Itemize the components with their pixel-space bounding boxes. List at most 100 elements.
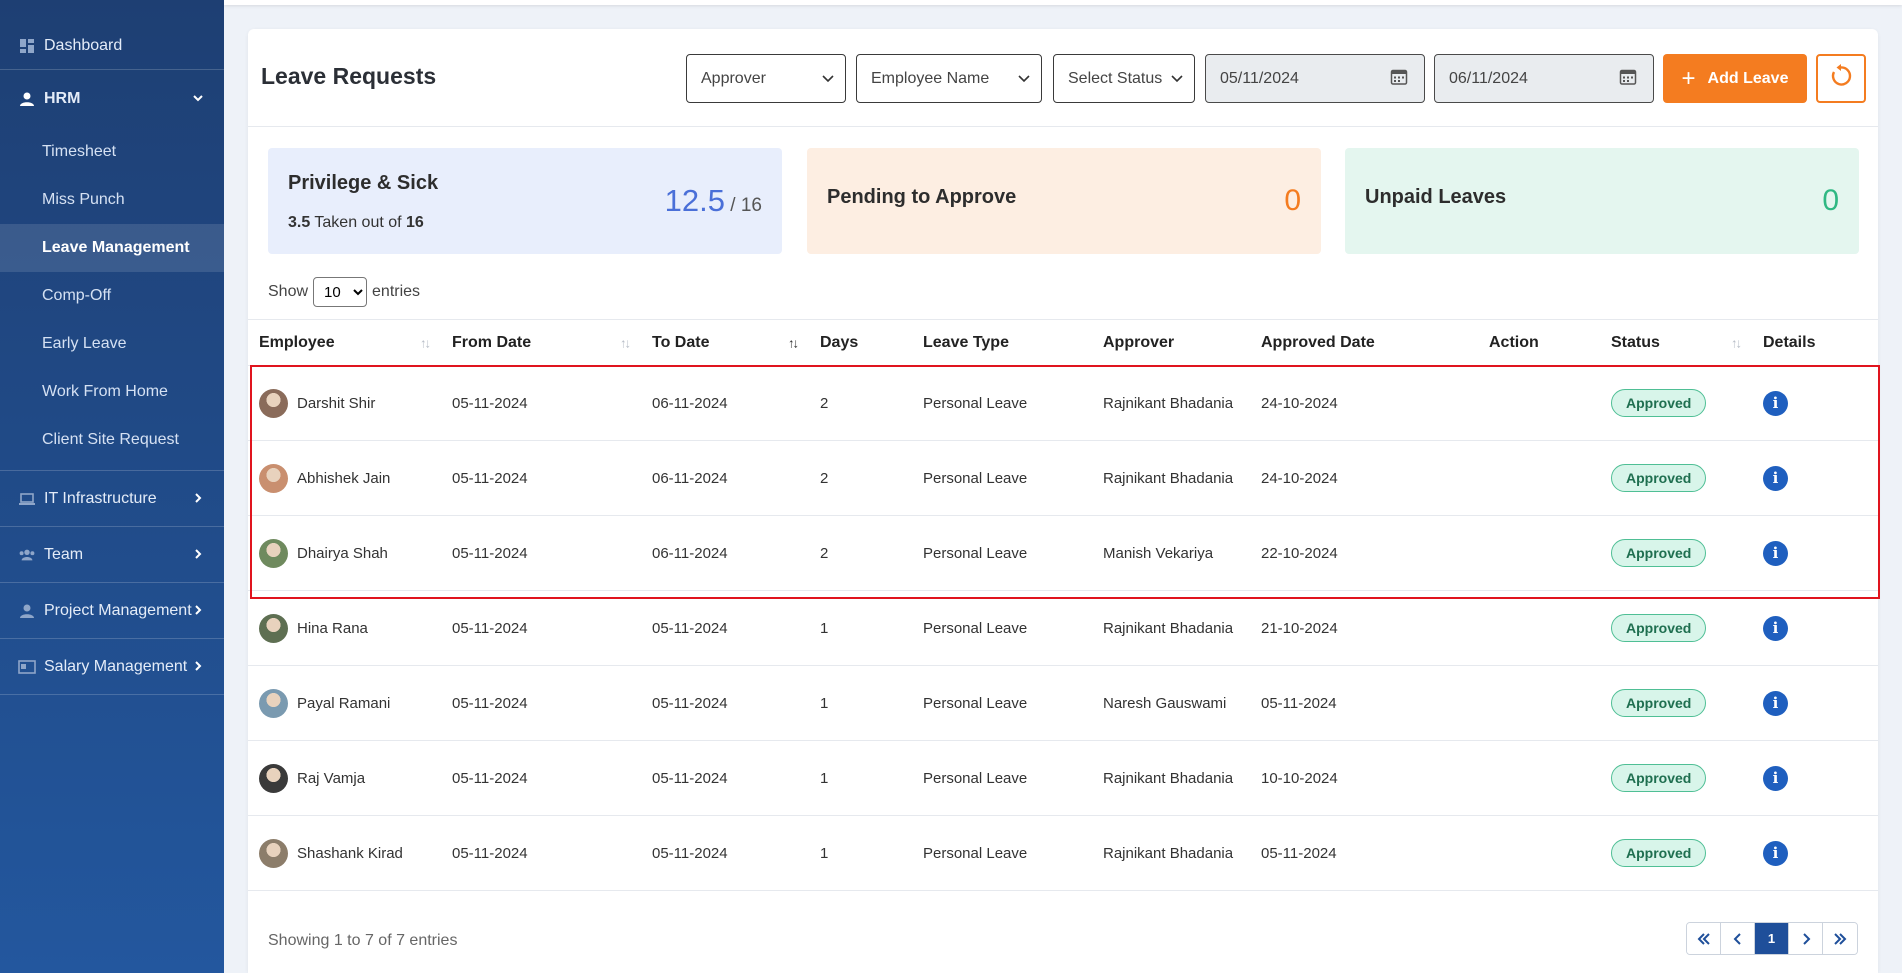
pagination: 1 (1686, 922, 1858, 955)
table-row: Hina Rana 05-11-2024 05-11-2024 1 Personal L… (248, 590, 1878, 666)
cell-employee: Payal Ramani (248, 665, 441, 741)
cell-details: i (1752, 815, 1878, 891)
employee-name: Payal Ramani (297, 694, 391, 712)
cell-to-date: 06-11-2024 (641, 515, 809, 591)
entries-length: Show 10 entries (268, 277, 420, 307)
cell-leave-type: Personal Leave (912, 740, 1092, 816)
info-icon[interactable]: i (1763, 390, 1788, 416)
info-icon[interactable]: i (1763, 540, 1788, 566)
cell-days: 2 (809, 365, 912, 441)
unpaid-leaves-card: Unpaid Leaves 0 (1345, 148, 1859, 254)
sidebar-item-dashboard[interactable]: Dashboard (0, 22, 224, 70)
cell-approved-date: 22-10-2024 (1250, 515, 1478, 591)
sidebar-item-project-management[interactable]: Project Management (0, 583, 224, 639)
column-label: Days (820, 333, 859, 351)
chevron-down-icon (821, 72, 835, 86)
user-icon (18, 90, 36, 108)
cell-approver: Manish Vekariya (1092, 515, 1250, 591)
sort-icon: ↑↓ (420, 335, 431, 350)
info-icon[interactable]: i (1763, 840, 1788, 866)
remaining-balance: 12.5 / 16 (665, 183, 762, 219)
sidebar-item-label: IT Infrastructure (44, 489, 157, 507)
cell-from-date: 05-11-2024 (441, 365, 641, 441)
employee-name: Raj Vamja (297, 769, 366, 787)
column-status[interactable]: Status ↑↓ (1600, 319, 1752, 366)
column-to-date[interactable]: To Date ↑↓ (641, 319, 809, 366)
stat-title: Pending to Approve (827, 186, 1017, 208)
cell-approver: Rajnikant Bhadania (1092, 365, 1250, 441)
prev-page-button[interactable] (1721, 923, 1755, 954)
grid-icon (18, 37, 36, 55)
column-label: Approver (1103, 333, 1175, 351)
sidebar-item-salary-management[interactable]: Salary Management (0, 639, 224, 695)
sidebar-item-comp-off[interactable]: Comp-Off (0, 272, 224, 320)
sidebar-item-hrm[interactable]: HRM (0, 70, 224, 128)
cell-action (1478, 665, 1600, 741)
calendar-icon[interactable] (1619, 67, 1637, 90)
status-badge: Approved (1611, 764, 1707, 792)
sidebar-item-team[interactable]: Team (0, 527, 224, 583)
refresh-button[interactable] (1816, 54, 1866, 103)
hrm-submenu: Timesheet Miss Punch Leave Management Co… (0, 128, 224, 471)
approver-select[interactable]: Approver (686, 54, 846, 103)
sidebar-item-client-site-request[interactable]: Client Site Request (0, 416, 224, 464)
page-button-current[interactable]: 1 (1755, 923, 1789, 954)
double-chevron-left-icon (1697, 932, 1710, 945)
info-icon[interactable]: i (1763, 465, 1788, 491)
status-select-label: Select Status (1068, 69, 1163, 87)
sidebar-item-leave-management[interactable]: Leave Management (0, 224, 224, 272)
show-label: Show (268, 283, 309, 300)
employee-name-select[interactable]: Employee Name (856, 54, 1042, 103)
info-icon[interactable]: i (1763, 690, 1788, 716)
column-approved-date: Approved Date (1250, 319, 1478, 366)
avatar (259, 388, 288, 418)
status-select[interactable]: Select Status (1053, 54, 1195, 103)
to-date-input[interactable]: 06/11/2024 (1434, 54, 1654, 103)
cell-leave-type: Personal Leave (912, 515, 1092, 591)
column-action: Action (1478, 319, 1600, 366)
cell-details: i (1752, 440, 1878, 516)
approver-select-label: Approver (701, 69, 766, 87)
from-date-input[interactable]: 05/11/2024 (1205, 54, 1425, 103)
from-date-value: 05/11/2024 (1220, 69, 1299, 87)
sidebar-item-it-infrastructure[interactable]: IT Infrastructure (0, 471, 224, 527)
add-leave-button[interactable]: + Add Leave (1663, 54, 1807, 103)
sort-desc-icon: ↑↓ (788, 335, 799, 350)
cell-approved-date: 21-10-2024 (1250, 590, 1478, 666)
cell-status: Approved (1600, 665, 1752, 741)
column-from-date[interactable]: From Date ↑↓ (441, 319, 641, 366)
column-details: Details (1752, 319, 1878, 366)
first-page-button[interactable] (1687, 923, 1721, 954)
sidebar-item-label: Dashboard (44, 36, 123, 54)
remaining-value: 12.5 (664, 183, 726, 218)
taken-value: 3.5 (288, 214, 311, 231)
sidebar-item-miss-punch[interactable]: Miss Punch (0, 176, 224, 224)
plus-icon: + (1681, 64, 1696, 92)
status-badge: Approved (1611, 539, 1707, 567)
cell-employee: Shashank Kirad (248, 815, 441, 891)
employee-name: Dhairya Shah (297, 544, 388, 562)
calendar-icon[interactable] (1390, 67, 1408, 90)
cell-leave-type: Personal Leave (912, 590, 1092, 666)
refresh-icon (1828, 63, 1854, 94)
table-header-row: Employee ↑↓ From Date ↑↓ To Date ↑↓ Days Le… (248, 319, 1878, 366)
entries-select[interactable]: 10 (313, 277, 368, 307)
cell-details: i (1752, 665, 1878, 741)
column-employee[interactable]: Employee ↑↓ (248, 319, 441, 366)
status-badge: Approved (1611, 839, 1707, 867)
cell-to-date: 06-11-2024 (641, 440, 809, 516)
info-icon[interactable]: i (1763, 765, 1788, 791)
next-page-button[interactable] (1789, 923, 1823, 954)
employee: Hina Rana (259, 613, 441, 643)
cell-from-date: 05-11-2024 (441, 440, 641, 516)
avatar (259, 613, 288, 643)
info-icon[interactable]: i (1763, 615, 1788, 641)
sidebar-item-timesheet[interactable]: Timesheet (0, 128, 224, 176)
cell-employee: Raj Vamja (248, 740, 441, 816)
sidebar-item-early-leave[interactable]: Early Leave (0, 320, 224, 368)
last-page-button[interactable] (1823, 923, 1857, 954)
cell-employee: Dhairya Shah (248, 515, 441, 591)
sidebar-item-work-from-home[interactable]: Work From Home (0, 368, 224, 416)
cell-approved-date: 24-10-2024 (1250, 440, 1478, 516)
cell-days: 1 (809, 815, 912, 891)
